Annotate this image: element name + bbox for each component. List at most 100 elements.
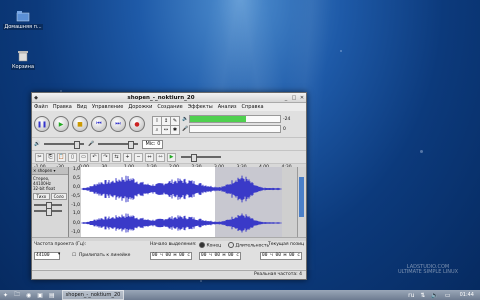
trim-icon[interactable]: ▯ [68,152,77,162]
record-meter[interactable]: 🎤 0 [182,125,290,133]
track-name[interactable]: shopen [38,168,53,173]
clock[interactable]: 01:44 [460,292,474,298]
menu-help[interactable]: Справка [242,104,264,110]
kde-menu-icon[interactable]: ✦ [3,292,8,299]
volume-icon: 🔊 [34,141,41,147]
desktop-icon-home[interactable]: Домашняя п... [3,10,43,30]
window-menu-icon[interactable]: ◆ [33,95,39,101]
menu-analyze[interactable]: Анализ [218,104,237,110]
skip-end-button[interactable]: ⏭ [110,116,126,132]
scroll-thumb[interactable] [299,177,304,217]
file-manager-icon[interactable]: 🗀 [14,290,20,300]
sync-lock-icon[interactable]: ⇆ [112,152,121,162]
play-at-speed-icon[interactable]: ▶ [167,152,176,162]
battery-icon[interactable]: ▭ [445,292,451,299]
zoom-in-icon[interactable]: + [123,152,132,162]
cut-icon[interactable]: ✂ [35,152,44,162]
record-meter-bar [189,125,281,133]
play-button[interactable]: ▶ [53,116,69,132]
language-indicator[interactable]: ru [408,292,414,299]
window-titlebar[interactable]: ◆ shopen_-_noktiurn_20 _ □ ✕ [32,93,306,103]
menu-edit[interactable]: Правка [53,104,72,110]
minimize-icon[interactable]: _ [283,95,289,101]
volume-tray-icon[interactable]: 🔈 [431,292,438,299]
meter-scale-right: 0 [283,126,286,132]
selection-start-time[interactable]: 00 ч 00 м 00 с [150,252,192,260]
mic-icon: 🎤 [182,125,189,132]
playback-meter[interactable]: 🔈 -24 [182,115,290,123]
project-rate-label: Частота проекта (Гц): [34,242,87,247]
meter-scale-left: -24 [283,116,291,122]
trash-icon [16,50,30,62]
menu-tracks[interactable]: Дорожки [128,104,152,110]
end-label: Конец [206,243,222,249]
taskbar-item-audacity[interactable]: shopen_-_noktiurn_20 [61,290,125,300]
audio-position-time[interactable]: 00 ч 00 м 00 с [260,252,302,260]
paste-icon[interactable]: 📋 [57,152,66,162]
track-buttons: Тихо Соло [32,192,68,201]
fit-project-icon[interactable]: ⇿ [156,152,165,162]
output-volume-slider[interactable] [44,141,85,149]
track-gain-slider[interactable] [34,202,62,210]
skip-start-button[interactable]: ⏮ [91,116,107,132]
input-volume-slider[interactable] [98,141,139,149]
redo-icon[interactable]: ↷ [101,152,110,162]
skip-start-icon: ⏮ [96,120,102,127]
track-control-panel: ✕ shopen ▾ Стерео, 44100Hz 32-bit float … [32,167,69,237]
pause-icon: ❚❚ [36,120,48,128]
track-header[interactable]: ✕ shopen ▾ [32,167,68,175]
scale-label: -0,5 [71,194,80,199]
zoom-out-icon[interactable]: − [134,152,143,162]
copy-icon[interactable]: ⎘ [46,152,55,162]
snap-checkbox[interactable]: ☐ [72,253,76,258]
network-icon[interactable]: ⇅ [420,292,425,299]
maximize-icon[interactable]: □ [291,95,297,101]
slider-knob[interactable] [191,154,197,162]
rate-dropdown-icon[interactable]: ▾ [58,252,60,257]
track-bitdepth: 32-bit float [33,186,56,191]
selection-toolbar: Частота проекта (Гц): 44100 ▾ ☐ Прилипат… [32,241,306,269]
vertical-scrollbar[interactable] [297,167,306,237]
record-icon: ● [134,120,140,128]
silence-icon[interactable]: ▭ [79,152,88,162]
selection-end-time[interactable]: 00 ч 00 м 00 с [199,252,241,260]
watermark: LADSTUDIO.COM ULTIMATE SIMPLE LINUX [398,265,458,275]
scale-label: -1,0 [71,203,80,208]
terminal-icon[interactable]: ▣ [37,292,43,299]
fit-selection-icon[interactable]: ⇔ [145,152,154,162]
record-button[interactable]: ● [129,116,145,132]
end-radio[interactable] [199,242,205,248]
browser-icon[interactable]: ◉ [26,292,31,299]
slider-knob[interactable] [74,141,81,149]
undo-icon[interactable]: ↶ [90,152,99,162]
actual-rate: Реальная частота: 4 [253,272,302,277]
snap-label: Прилипать к линейке [79,253,131,258]
play-speed-slider[interactable] [181,154,221,162]
desktop-icon-trash[interactable]: Корзина [3,50,43,70]
length-label: Длительность [235,243,270,249]
desktop-icon-label: Домашняя п... [3,24,43,30]
track-info: Стерео, 44100Hz 32-bit float [32,175,68,192]
track-menu-icon[interactable]: ▾ [54,168,56,173]
track-close-icon[interactable]: ✕ [33,168,36,173]
mute-button[interactable]: Тихо [33,193,50,200]
stop-button[interactable]: ■ [72,116,88,132]
slider-knob[interactable] [128,141,135,149]
pause-button[interactable]: ❚❚ [34,116,50,132]
slider-knob[interactable] [46,208,52,216]
menu-effects[interactable]: Эффекты [188,104,213,110]
solo-button[interactable]: Соло [50,193,67,200]
menu-generate[interactable]: Создание [157,104,182,110]
waveform-view[interactable] [81,167,282,237]
input-source-dropdown[interactable]: Mic: 0 [142,139,164,149]
close-icon[interactable]: ✕ [299,95,305,101]
multi-tool-icon[interactable]: ✱ [170,124,180,135]
desktop-pager-icon[interactable]: ▤ [49,292,55,299]
menu-view[interactable]: Вид [77,104,87,110]
scale-label: 0,0 [72,221,80,226]
project-rate-select[interactable]: 44100 [34,252,60,260]
track-pan-slider[interactable] [34,208,62,216]
length-radio[interactable] [228,242,234,248]
menu-control[interactable]: Управление [92,104,123,110]
menu-file[interactable]: Файл [34,104,48,110]
